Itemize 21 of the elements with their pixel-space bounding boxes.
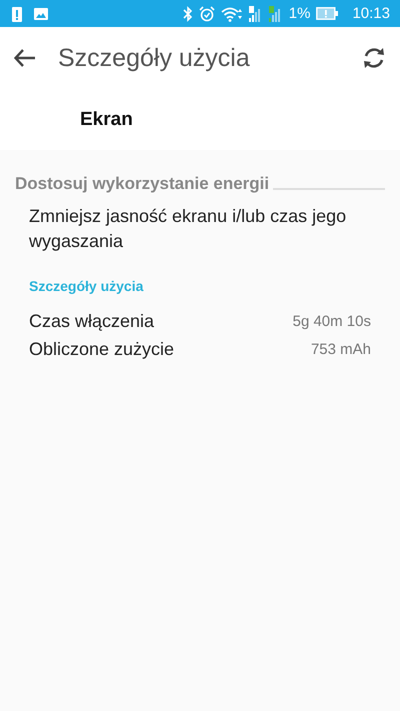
tip-text: Zmniejsz jasność ekranu i/lub czas jego wygaszania <box>28 205 348 253</box>
subsection-title: Szczegóły użycia <box>28 277 144 294</box>
section-title: Dostosuj wykorzystanie energii <box>15 174 270 194</box>
app-name: Ekran <box>80 108 133 130</box>
alarm-icon <box>198 6 215 22</box>
detail-label: Czas włączenia <box>29 311 154 332</box>
back-arrow-icon[interactable] <box>14 49 36 67</box>
battery-alert-icon <box>316 7 338 20</box>
wifi-icon <box>220 6 243 22</box>
detail-label: Obliczone zużycie <box>29 339 174 360</box>
page-title: Szczegóły użycia <box>58 44 251 72</box>
bluetooth-icon <box>182 6 193 22</box>
clock: 10:13 <box>352 5 390 22</box>
battery-alert-icon <box>12 6 22 22</box>
signal-icon <box>268 6 283 22</box>
detail-value: 753 mAh <box>310 341 371 358</box>
refresh-icon[interactable] <box>362 46 386 70</box>
image-icon <box>34 8 48 20</box>
detail-value: 5g 40m 10s <box>292 313 371 330</box>
signal-icon <box>248 6 263 22</box>
battery-percent: 1% <box>288 5 310 22</box>
